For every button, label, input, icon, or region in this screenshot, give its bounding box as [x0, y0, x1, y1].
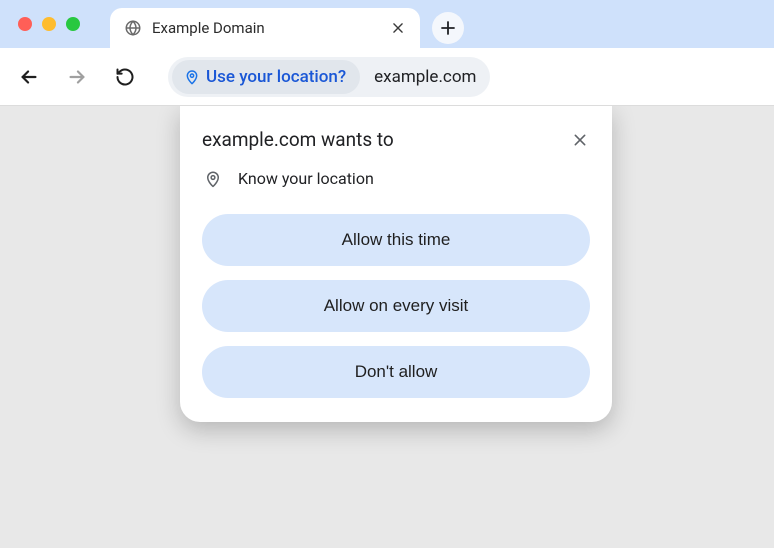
tab-strip: Example Domain — [0, 0, 774, 48]
back-button[interactable] — [14, 62, 44, 92]
allow-once-button[interactable]: Allow this time — [202, 214, 590, 266]
location-chip-label: Use your location? — [206, 67, 346, 87]
location-pin-icon — [184, 69, 200, 85]
browser-tab[interactable]: Example Domain — [110, 8, 420, 48]
window-controls — [8, 0, 110, 48]
globe-icon — [124, 19, 142, 37]
page-content: example.com wants to Know your location … — [0, 106, 774, 548]
toolbar: Use your location? example.com — [0, 48, 774, 106]
address-bar[interactable]: Use your location? example.com — [168, 57, 490, 97]
reload-button[interactable] — [110, 62, 140, 92]
forward-button[interactable] — [62, 62, 92, 92]
browser-window: Example Domain — [0, 0, 774, 548]
permission-row: Know your location — [202, 169, 590, 188]
new-tab-button[interactable] — [432, 12, 464, 44]
tab-title: Example Domain — [152, 19, 380, 37]
allow-always-button[interactable]: Allow on every visit — [202, 280, 590, 332]
close-icon[interactable] — [570, 130, 590, 150]
location-pin-icon — [204, 170, 222, 188]
tab-close-icon[interactable] — [390, 20, 406, 36]
window-minimize-button[interactable] — [42, 17, 56, 31]
permission-label: Know your location — [238, 169, 374, 188]
window-close-button[interactable] — [18, 17, 32, 31]
url-text: example.com — [374, 67, 476, 87]
window-maximize-button[interactable] — [66, 17, 80, 31]
permission-prompt: example.com wants to Know your location … — [180, 106, 612, 422]
location-permission-chip[interactable]: Use your location? — [172, 60, 360, 94]
deny-button[interactable]: Don't allow — [202, 346, 590, 398]
permission-prompt-title: example.com wants to — [202, 128, 394, 151]
permission-prompt-header: example.com wants to — [202, 128, 590, 151]
